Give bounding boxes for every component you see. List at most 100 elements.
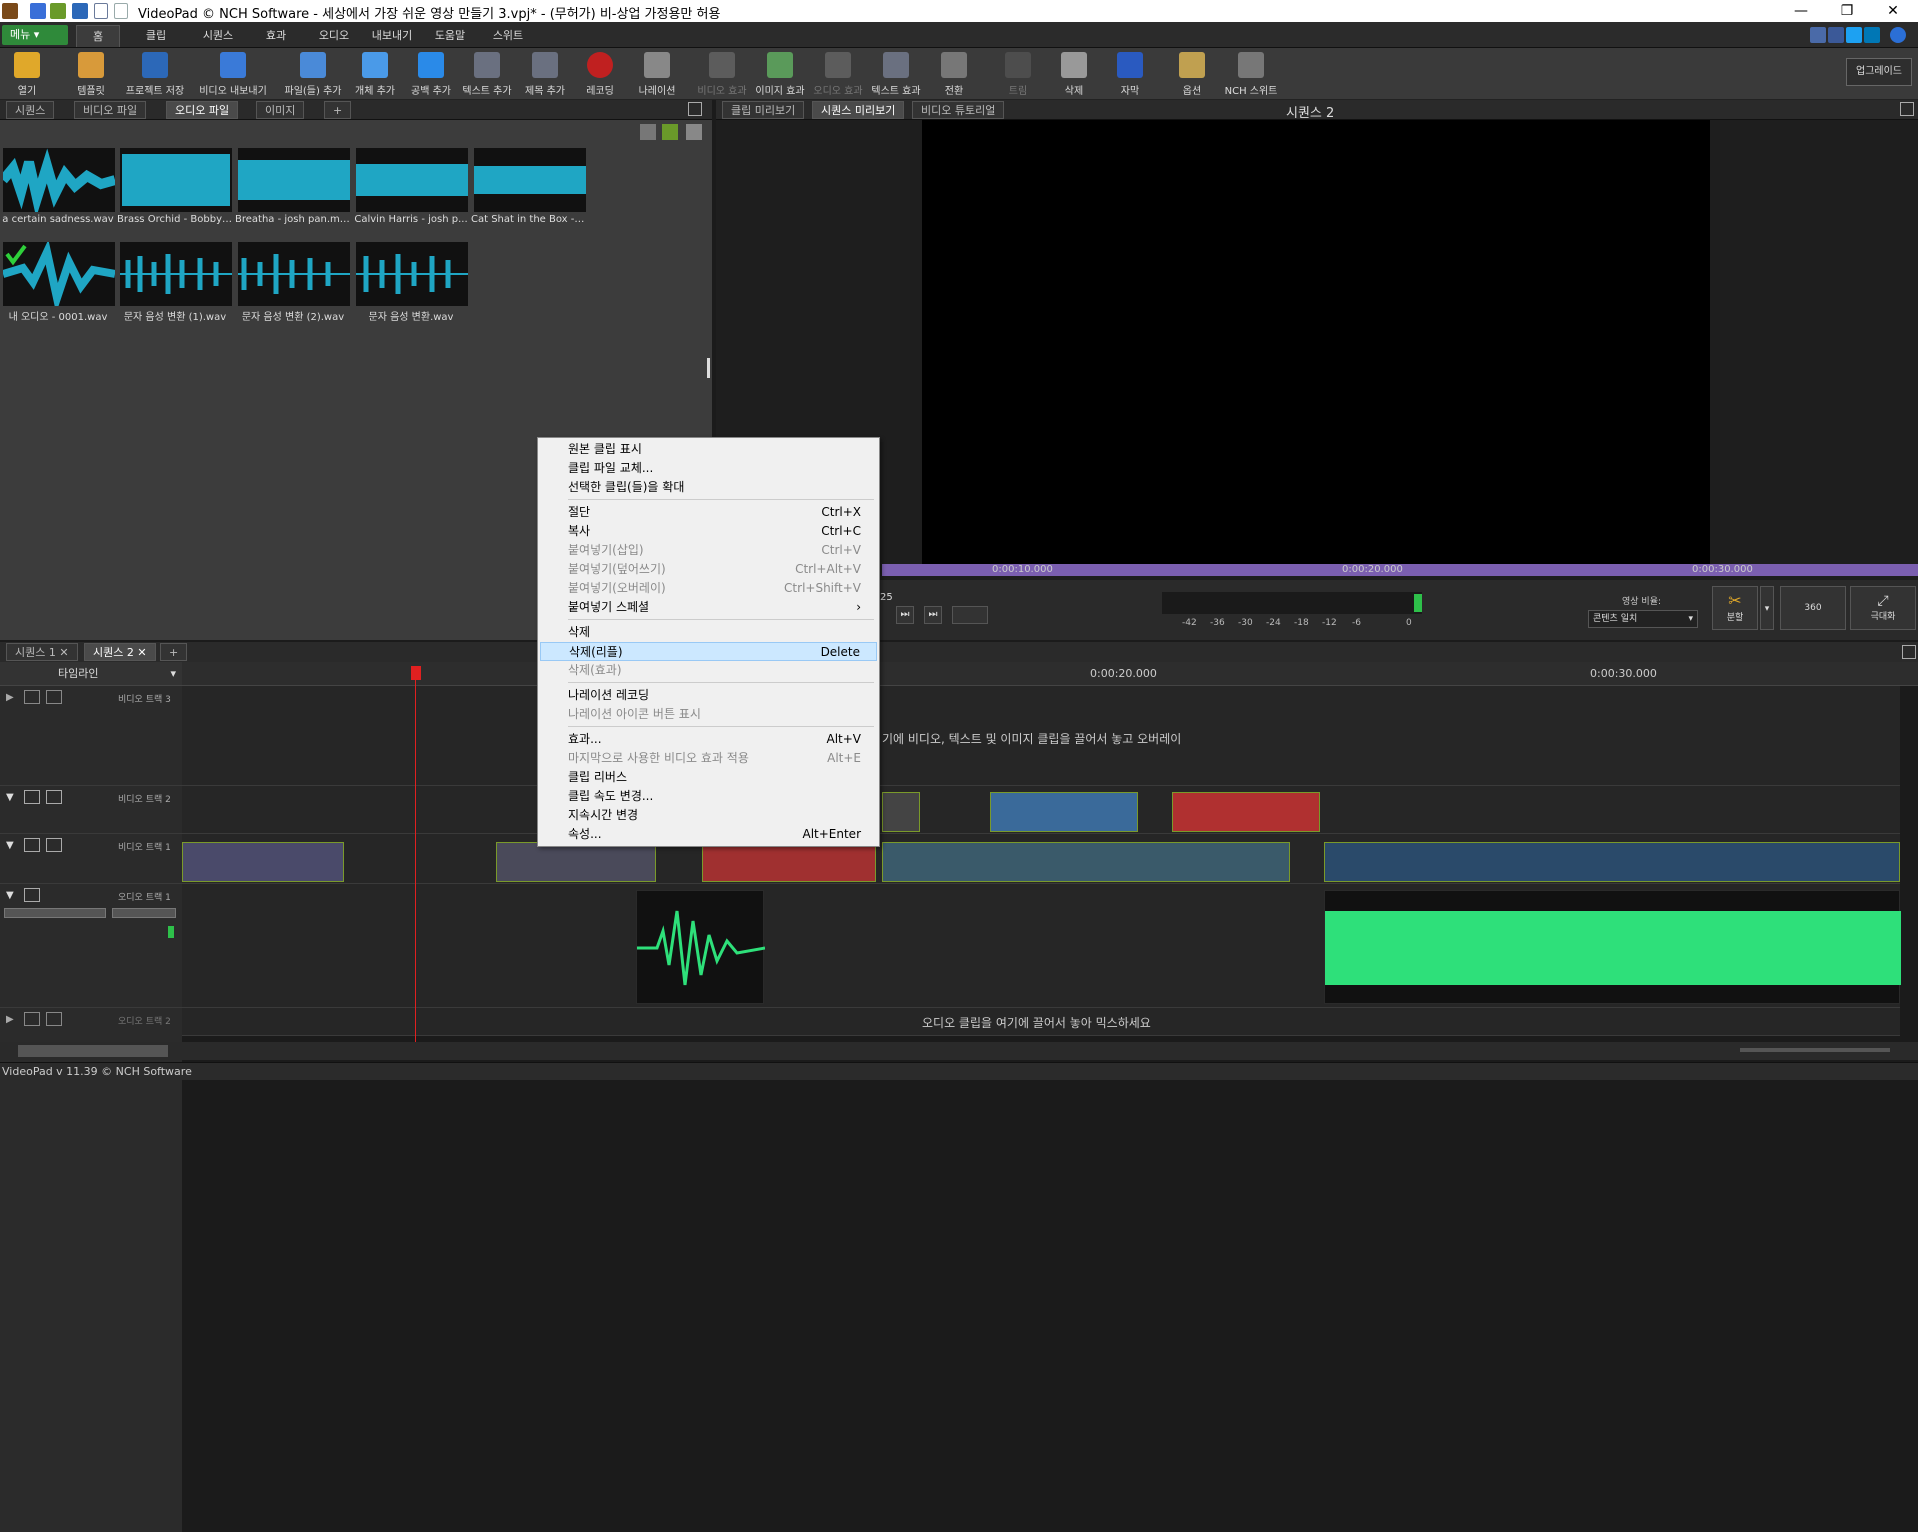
- track-video3[interactable]: 기에 비디오, 텍스트 및 이미지 클립을 끌어서 놓고 오버레이: [182, 686, 1900, 786]
- split-menu-button[interactable]: ▾: [1760, 586, 1774, 630]
- expand-icon[interactable]: ▶: [6, 692, 14, 703]
- timeline-scrollbar[interactable]: [0, 1042, 1918, 1060]
- audio-file-thumb[interactable]: [120, 242, 232, 306]
- track-video1[interactable]: [182, 834, 1900, 884]
- eye-icon[interactable]: [24, 790, 40, 804]
- playhead-handle[interactable]: [411, 666, 421, 680]
- add-title-button[interactable]: 제목 추가: [520, 50, 570, 98]
- tab-help[interactable]: 도움말: [426, 25, 474, 47]
- audio-file-thumb[interactable]: [356, 148, 468, 212]
- audio-file-thumb[interactable]: [238, 148, 350, 212]
- collapse-icon[interactable]: ▼: [6, 890, 14, 901]
- open-button[interactable]: 열기: [4, 50, 50, 98]
- audio-clip[interactable]: [636, 890, 766, 1004]
- restore-button[interactable]: ❐: [1824, 0, 1870, 22]
- audio-file-thumb[interactable]: [474, 148, 586, 212]
- context-menu-item[interactable]: 지속시간 변경: [540, 806, 877, 825]
- eye-icon[interactable]: [24, 690, 40, 704]
- twitter-icon[interactable]: [1846, 27, 1862, 43]
- main-menu-button[interactable]: 메뉴 ▾: [2, 25, 68, 45]
- tab-home[interactable]: 홈: [76, 25, 120, 47]
- export-video-button[interactable]: 비디오 내보내기: [198, 50, 268, 98]
- trash-icon[interactable]: [640, 124, 656, 140]
- context-menu-item[interactable]: 속성... Alt+Enter: [540, 825, 877, 844]
- tab-sequence-1[interactable]: 시퀀스 1 ✕: [6, 643, 78, 661]
- track-settings-icon[interactable]: [46, 1012, 62, 1026]
- tab-clip[interactable]: 클립: [134, 25, 178, 47]
- eye-icon[interactable]: [24, 838, 40, 852]
- audio-file-thumb[interactable]: [0, 148, 117, 218]
- zoom-slider[interactable]: [1740, 1048, 1890, 1052]
- transition-button[interactable]: 전환: [932, 50, 976, 98]
- speaker-icon[interactable]: [24, 888, 40, 902]
- undock-icon[interactable]: [688, 102, 702, 116]
- image-effects-button[interactable]: 이미지 효과: [752, 50, 808, 98]
- save-icon[interactable]: [72, 3, 88, 19]
- audio-clip[interactable]: [1324, 890, 1901, 1004]
- undock-icon[interactable]: [1902, 645, 1916, 659]
- text-effects-button[interactable]: 텍스트 효과: [868, 50, 924, 98]
- context-menu-item[interactable]: 삭제(리플) Delete: [540, 642, 877, 661]
- undo-icon[interactable]: [94, 3, 108, 19]
- tab-video-tutorial[interactable]: 비디오 튜토리얼: [912, 101, 1005, 119]
- track-video2[interactable]: [182, 786, 1900, 834]
- collapse-icon[interactable]: ▼: [6, 792, 14, 803]
- splitter-handle[interactable]: [707, 358, 710, 378]
- tab-sequence[interactable]: 시퀀스: [192, 25, 244, 47]
- volume-slider[interactable]: [4, 908, 106, 918]
- context-menu-item[interactable]: 클립 리버스: [540, 768, 877, 787]
- aspect-select[interactable]: 콘텐츠 일치 ▾: [1588, 610, 1698, 628]
- audio-file-thumb[interactable]: [1, 239, 116, 314]
- collapse-icon[interactable]: ▼: [6, 840, 14, 851]
- add-bin-tab-button[interactable]: +: [324, 101, 352, 119]
- add-folder-icon[interactable]: [662, 124, 678, 140]
- timeline-mode-select[interactable]: 타임라인 ▾: [0, 662, 182, 686]
- narration-button[interactable]: 나레이션: [632, 50, 682, 98]
- context-menu-item[interactable]: 원본 클립 표시: [540, 440, 877, 459]
- tab-audio[interactable]: 오디오: [310, 25, 358, 47]
- undock-icon[interactable]: [1900, 102, 1914, 116]
- audio-effects-button[interactable]: 오디오 효과: [810, 50, 866, 98]
- video-clip[interactable]: [1324, 842, 1900, 882]
- save-project-button[interactable]: 프로젝트 저장: [124, 50, 186, 98]
- add-blank-button[interactable]: 공백 추가: [406, 50, 456, 98]
- audio-file-thumb[interactable]: [238, 242, 350, 306]
- pan-slider[interactable]: [112, 908, 176, 918]
- video-clip[interactable]: [882, 842, 1290, 882]
- preview-ruler[interactable]: 0:00:10.000 0:00:20.000 0:00:30.000: [882, 564, 1918, 576]
- minimize-button[interactable]: —: [1778, 0, 1824, 22]
- speaker-icon[interactable]: [24, 1012, 40, 1026]
- add-text-button[interactable]: 텍스트 추가: [462, 50, 512, 98]
- tab-images[interactable]: 이미지: [256, 101, 305, 119]
- expand-icon[interactable]: ▶: [6, 1014, 14, 1025]
- open-icon[interactable]: [50, 3, 66, 19]
- track-settings-icon[interactable]: [46, 838, 62, 852]
- context-menu-item[interactable]: 복사 Ctrl+C: [540, 522, 877, 541]
- add-files-button[interactable]: 파일(들) 추가: [282, 50, 344, 98]
- linkedin-icon[interactable]: [1864, 27, 1880, 43]
- tab-sequences[interactable]: 시퀀스: [6, 101, 55, 119]
- close-button[interactable]: ✕: [1870, 0, 1916, 22]
- scrollbar-thumb[interactable]: [18, 1045, 168, 1057]
- facebook-icon[interactable]: [1828, 27, 1844, 43]
- tab-sequence-preview[interactable]: 시퀀스 미리보기: [812, 101, 905, 119]
- video-clip[interactable]: [882, 792, 920, 832]
- list-view-icon[interactable]: [686, 124, 702, 140]
- nch-suite-button[interactable]: NCH 스위트: [1222, 50, 1280, 98]
- tab-effects[interactable]: 효과: [254, 25, 298, 47]
- like-icon[interactable]: [1810, 27, 1826, 43]
- tab-suite[interactable]: 스위트: [484, 25, 532, 47]
- next-frame-icon[interactable]: ⏭: [896, 606, 914, 624]
- subtitle-button[interactable]: 자막: [1108, 50, 1152, 98]
- context-menu-item[interactable]: 클립 파일 교체...: [540, 459, 877, 478]
- video-clip[interactable]: [182, 842, 344, 882]
- video-clip[interactable]: [1172, 792, 1320, 832]
- video-clip[interactable]: [702, 842, 876, 882]
- context-menu-item[interactable]: 효과... Alt+V: [540, 730, 877, 749]
- context-menu-item[interactable]: 나레이션 레코딩: [540, 686, 877, 705]
- track-settings-icon[interactable]: [46, 790, 62, 804]
- delete-button[interactable]: 삭제: [1052, 50, 1096, 98]
- context-menu-item[interactable]: 선택한 클립(들)을 확대: [540, 478, 877, 497]
- upgrade-button[interactable]: 업그레이드: [1846, 58, 1912, 86]
- context-menu-item[interactable]: 클립 속도 변경...: [540, 787, 877, 806]
